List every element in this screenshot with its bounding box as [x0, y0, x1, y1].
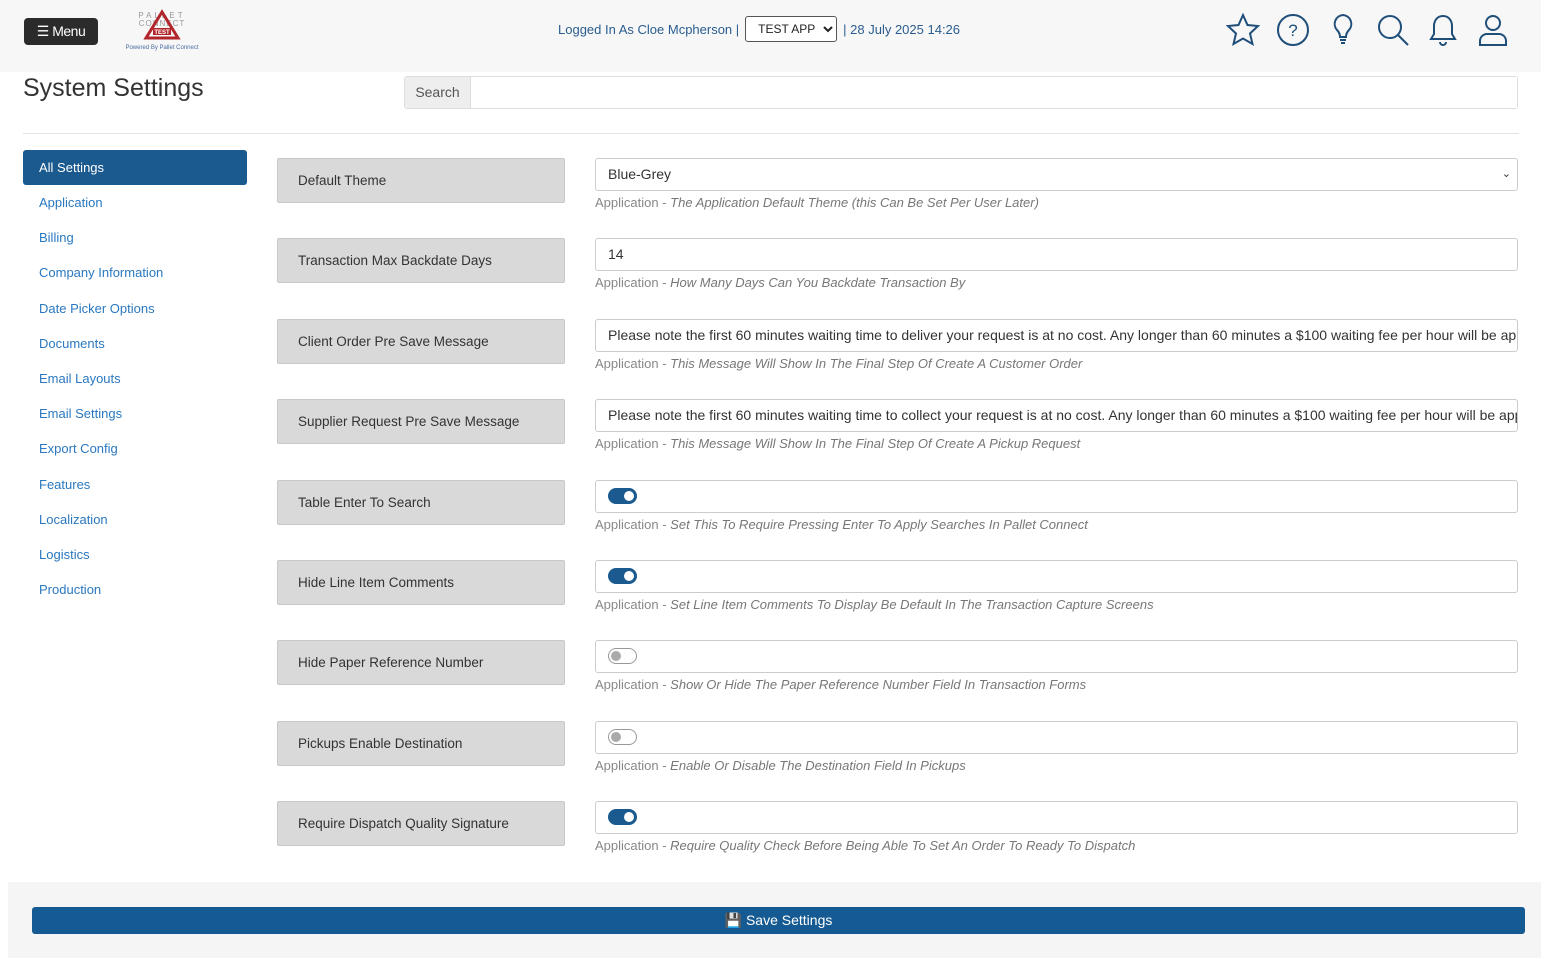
- toggle-switch[interactable]: [608, 648, 637, 665]
- svg-text:CONNECT: CONNECT: [139, 19, 186, 28]
- svg-text:?: ?: [1288, 21, 1297, 40]
- setting-input[interactable]: Please note the first 60 minutes waiting…: [595, 399, 1518, 433]
- setting-row: Client Order Pre Save Message Please note…: [277, 318, 1518, 399]
- sidebar-item-features[interactable]: Features: [23, 467, 247, 502]
- setting-toggle-container: [595, 479, 1518, 513]
- setting-toggle-container: [595, 640, 1518, 674]
- setting-row: Pickups Enable Destination Application -…: [277, 720, 1518, 801]
- sidebar-item-export-config[interactable]: Export Config: [23, 431, 247, 466]
- setting-help: Application - Set Line Item Comments To …: [595, 597, 1154, 612]
- sidebar-item-billing[interactable]: Billing: [23, 220, 247, 255]
- settings-sidebar: All Settings Application Billing Company In…: [23, 150, 247, 607]
- setting-help: Application - This Message Will Show In …: [595, 436, 1081, 452]
- setting-toggle-container: [595, 560, 1518, 593]
- setting-label: Table Enter To Search: [277, 479, 565, 525]
- setting-label: Pickups Enable Destination: [277, 720, 565, 766]
- sidebar-item-documents[interactable]: Documents: [23, 326, 247, 361]
- top-header: ☰ Menu PALLET CONNECT TEST Powered By Pa…: [0, 0, 1541, 72]
- page-title: System Settings: [23, 74, 204, 102]
- setting-help: Application - The Application Default Th…: [595, 195, 1039, 210]
- settings-search: Search: [404, 76, 1518, 109]
- menu-button[interactable]: ☰ Menu: [24, 18, 98, 45]
- sidebar-item-email-layouts[interactable]: Email Layouts: [23, 361, 247, 396]
- setting-help: Application - Show Or Hide The Paper Ref…: [595, 677, 1087, 693]
- sidebar-item-all-settings[interactable]: All Settings: [23, 150, 247, 185]
- setting-label: Require Dispatch Quality Signature: [277, 801, 565, 847]
- sidebar-item-logistics[interactable]: Logistics: [23, 537, 247, 572]
- search-input[interactable]: [471, 77, 1517, 108]
- save-label: Save Settings: [745, 912, 833, 928]
- sidebar-item-company-information[interactable]: Company Information: [23, 255, 247, 290]
- setting-help: Application - Enable Or Disable The Dest…: [595, 757, 966, 773]
- setting-row: Default Theme Blue-Grey ⌄ Application - Th…: [277, 158, 1518, 238]
- setting-input[interactable]: 14: [595, 238, 1518, 272]
- setting-help: Application - This Message Will Show In …: [595, 355, 1083, 371]
- star-icon[interactable]: [1225, 12, 1261, 48]
- setting-row: Table Enter To Search Application - Set …: [277, 479, 1518, 560]
- setting-row: Require Dispatch Quality Signature Appli…: [277, 801, 1518, 881]
- setting-help: Application - Require Quality Check Befo…: [595, 838, 1136, 854]
- setting-label: Hide Paper Reference Number: [277, 640, 565, 686]
- setting-label: Supplier Request Pre Save Message: [277, 399, 565, 445]
- setting-help: Application - Set This To Require Pressi…: [595, 516, 1088, 532]
- app-select[interactable]: TEST APP: [745, 16, 838, 42]
- logged-in-text: Logged In As Cloe Mcpherson |: [558, 21, 740, 37]
- setting-select[interactable]: Blue-Grey ⌄: [595, 158, 1518, 191]
- sidebar-item-application[interactable]: Application: [23, 185, 247, 220]
- setting-label: Transaction Max Backdate Days: [277, 238, 565, 284]
- toggle-switch[interactable]: [608, 809, 637, 826]
- help-icon[interactable]: ?: [1275, 12, 1311, 48]
- sidebar-item-localization[interactable]: Localization: [23, 502, 247, 537]
- setting-label: Hide Line Item Comments: [277, 560, 565, 605]
- powered-by-text: Powered By Pallet Connect: [125, 45, 199, 51]
- save-settings-button[interactable]: 💾 Save Settings: [32, 907, 1525, 934]
- search-label: Search: [405, 77, 471, 108]
- logo[interactable]: PALLET CONNECT TEST Powered By Pallet Co…: [118, 8, 206, 56]
- setting-row: Supplier Request Pre Save Message Please …: [277, 399, 1518, 479]
- setting-label: Client Order Pre Save Message: [277, 318, 565, 364]
- datetime-text: | 28 July 2025 14:26: [843, 21, 961, 37]
- setting-toggle-container: [595, 801, 1518, 835]
- lightbulb-icon[interactable]: [1325, 12, 1361, 48]
- divider: [23, 133, 1519, 134]
- toggle-switch[interactable]: [608, 568, 637, 584]
- toggle-switch[interactable]: [608, 487, 637, 504]
- setting-help: Application - How Many Days Can You Back…: [595, 275, 966, 291]
- setting-input[interactable]: Please note the first 60 minutes waiting…: [595, 318, 1518, 352]
- setting-row: Hide Line Item Comments Application - Se…: [277, 560, 1518, 640]
- setting-toggle-container: [595, 720, 1518, 754]
- bell-icon[interactable]: [1425, 12, 1461, 48]
- search-icon[interactable]: [1375, 12, 1411, 48]
- toggle-switch[interactable]: [608, 728, 637, 745]
- setting-row: Transaction Max Backdate Days 14 Applicat…: [277, 238, 1518, 318]
- user-icon[interactable]: [1475, 12, 1511, 48]
- sidebar-item-email-settings[interactable]: Email Settings: [23, 396, 247, 431]
- setting-row: Hide Paper Reference Number Application …: [277, 640, 1518, 720]
- save-icon: 💾: [724, 912, 743, 928]
- svg-text:TEST: TEST: [154, 30, 170, 36]
- chevron-down-icon: ⌄: [1501, 168, 1511, 180]
- setting-label: Default Theme: [277, 158, 565, 203]
- sidebar-item-date-picker-options[interactable]: Date Picker Options: [23, 291, 247, 326]
- logo-triangle-icon: PALLET CONNECT TEST: [138, 9, 186, 40]
- footer-bar: 💾 Save Settings: [8, 882, 1541, 958]
- sidebar-item-production[interactable]: Production: [23, 572, 247, 607]
